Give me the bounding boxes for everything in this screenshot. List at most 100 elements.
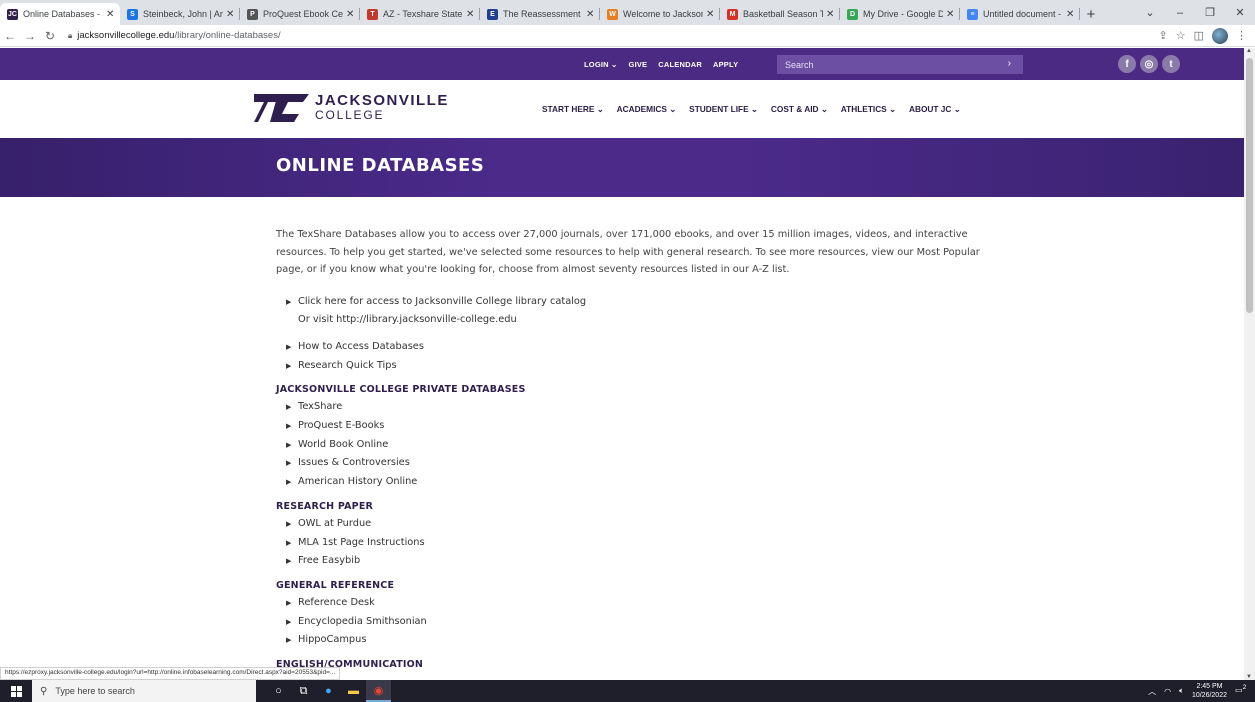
address-bar[interactable]: 🔒︎ jacksonvillecollege.edu/library/onlin… (64, 27, 1159, 45)
list-item[interactable]: ▶ Research Quick Tips (276, 357, 1006, 376)
bullet-arrow-icon: ▶ (286, 422, 292, 431)
list-item[interactable]: ▶ American History Online (276, 473, 1006, 492)
logo-line-1: JACKSONVILLE (315, 92, 449, 109)
browser-tab[interactable]: T AZ - Texshare State Lib✕ (360, 3, 480, 25)
database-link[interactable]: TexShare (298, 398, 342, 416)
browser-tab[interactable]: M Basketball Season Tick✕ (720, 3, 840, 25)
list-item[interactable]: ▶ HippoCampus (276, 631, 1006, 650)
give-link[interactable]: GIVE (629, 60, 648, 69)
list-item[interactable]: ▶ Issues & Controversies (276, 454, 1006, 473)
help-link[interactable]: How to Access Databases (298, 338, 424, 356)
database-link[interactable]: MLA 1st Page Instructions (298, 534, 425, 552)
list-item[interactable]: ▶ World Book Online (276, 436, 1006, 455)
tab-search-icon[interactable]: ⌄ (1135, 6, 1165, 19)
tab-title: Welcome to Jacksonv (623, 9, 703, 19)
minimize-button[interactable]: – (1165, 7, 1195, 19)
utility-links: LOGIN ⌄ GIVE CALENDAR APPLY (584, 48, 738, 80)
file-explorer-icon[interactable]: ▬ (341, 680, 366, 702)
close-window-button[interactable]: ✕ (1225, 6, 1255, 19)
list-item[interactable]: ▶ OWL at Purdue (276, 515, 1006, 534)
database-link[interactable]: Issues & Controversies (298, 454, 410, 472)
menu-icon[interactable]: ⋮ (1236, 29, 1247, 42)
browser-tab[interactable]: D My Drive - Google Dri ✕ (840, 3, 960, 25)
browser-tab[interactable]: S Steinbeck, John | Artic✕ (120, 3, 240, 25)
browser-tab[interactable]: E The Reassessment of ✕ (480, 3, 600, 25)
tab-close-icon[interactable]: ✕ (1066, 9, 1076, 20)
list-item[interactable]: ▶ Encyclopedia Smithsonian (276, 613, 1006, 632)
database-link[interactable]: American History Online (298, 473, 417, 491)
database-link[interactable]: Reference Desk (298, 594, 375, 612)
scroll-up-icon[interactable]: ▲ (1246, 48, 1252, 54)
list-item[interactable]: ▶ ProQuest E-Books (276, 417, 1006, 436)
twitter-icon[interactable]: t (1162, 55, 1180, 73)
apply-link[interactable]: APPLY (713, 60, 738, 69)
nav-start-here[interactable]: START HERE ⌄ (542, 104, 604, 114)
bookmark-star-icon[interactable]: ☆ (1176, 29, 1186, 42)
database-link[interactable]: OWL at Purdue (298, 515, 371, 533)
list-item[interactable]: ▶ Free Easybib (276, 552, 1006, 571)
nav-about-jc[interactable]: ABOUT JC ⌄ (909, 104, 961, 114)
tab-close-icon[interactable]: ✕ (826, 9, 836, 20)
tab-close-icon[interactable]: ✕ (226, 9, 236, 20)
volume-icon[interactable]: 🔈︎ (1179, 686, 1184, 696)
taskbar-search-input[interactable]: ⚲ Type here to search (32, 680, 256, 702)
login-link[interactable]: LOGIN ⌄ (584, 60, 618, 69)
back-button[interactable]: ← (0, 29, 20, 43)
tab-close-icon[interactable]: ✕ (106, 9, 116, 20)
browser-tab[interactable]: W Welcome to Jacksonv ✕ (600, 3, 720, 25)
tray-chevron-icon[interactable]: ︿ (1148, 686, 1156, 697)
site-search-input[interactable]: Search › (777, 55, 1023, 74)
list-item[interactable]: ▶ Reference Desk (276, 594, 1006, 613)
list-item[interactable]: ▶ Click here for access to Jacksonville … (276, 293, 1006, 312)
tab-close-icon[interactable]: ✕ (346, 9, 356, 20)
taskbar-clock[interactable]: 2:45 PM 10/26/2022 (1192, 682, 1227, 700)
browser-tab[interactable]: ≡ Untitled document - G ✕ (960, 3, 1080, 25)
database-link[interactable]: ProQuest E-Books (298, 417, 384, 435)
clock-date: 10/26/2022 (1191, 692, 1227, 699)
instagram-icon[interactable]: ◎ (1140, 55, 1158, 73)
edge-icon[interactable]: ● (316, 680, 341, 702)
nav-student-life[interactable]: STUDENT LIFE ⌄ (689, 104, 758, 114)
start-button[interactable] (0, 680, 32, 702)
chrome-icon[interactable]: ◉ (366, 680, 391, 702)
database-link[interactable]: World Book Online (298, 436, 388, 454)
catalog-sub-link[interactable]: Or visit http://library.jacksonville-col… (276, 311, 1006, 329)
share-icon[interactable]: ⇪ (1159, 29, 1168, 42)
cortana-icon[interactable]: ○ (266, 680, 291, 702)
calendar-link[interactable]: CALENDAR (658, 60, 702, 69)
side-panel-icon[interactable]: ◫ (1194, 29, 1204, 42)
section-heading: ENGLISH/COMMUNICATION (276, 659, 424, 671)
facebook-icon[interactable]: f (1118, 55, 1136, 73)
tab-title: ProQuest Ebook Centr (263, 9, 343, 19)
task-view-icon[interactable]: ⧉ (291, 680, 316, 702)
list-item[interactable]: ▶ TexShare (276, 398, 1006, 417)
search-go-button[interactable]: › (1008, 58, 1011, 69)
tab-close-icon[interactable]: ✕ (946, 9, 956, 20)
nav-cost-aid[interactable]: COST & AID ⌄ (771, 104, 828, 114)
new-tab-button[interactable]: + (1080, 3, 1102, 25)
lock-icon[interactable]: 🔒︎ (68, 31, 72, 41)
page-scrollbar[interactable]: ▲ ▼ (1244, 48, 1255, 680)
catalog-link[interactable]: Click here for access to Jacksonville Co… (298, 293, 586, 311)
browser-tab[interactable]: JC Online Databases - Ja✕ (0, 3, 120, 25)
site-logo[interactable]: JACKSONVILLE COLLEGE (254, 92, 449, 122)
database-link[interactable]: Encyclopedia Smithsonian (298, 613, 427, 631)
list-item[interactable]: ▶ How to Access Databases (276, 338, 1006, 357)
profile-avatar[interactable] (1212, 27, 1228, 44)
tab-close-icon[interactable]: ✕ (466, 9, 476, 20)
help-link[interactable]: Research Quick Tips (298, 357, 397, 375)
list-item[interactable]: ▶ MLA 1st Page Instructions (276, 534, 1006, 553)
nav-athletics[interactable]: ATHLETICS ⌄ (841, 104, 896, 114)
database-link[interactable]: HippoCampus (298, 631, 366, 649)
nav-academics[interactable]: ACADEMICS ⌄ (617, 104, 677, 114)
browser-tab[interactable]: P ProQuest Ebook Centr✕ (240, 3, 360, 25)
network-icon[interactable]: ◠ (1164, 687, 1171, 696)
forward-button[interactable]: → (20, 29, 40, 43)
notification-icon[interactable]: ▭2 (1235, 684, 1249, 698)
tab-close-icon[interactable]: ✕ (706, 9, 716, 20)
tab-close-icon[interactable]: ✕ (586, 9, 596, 20)
scrollbar-thumb[interactable] (1246, 58, 1253, 313)
database-link[interactable]: Free Easybib (298, 552, 360, 570)
reload-button[interactable]: ↻ (40, 29, 60, 43)
restore-button[interactable]: ❐ (1195, 6, 1225, 19)
